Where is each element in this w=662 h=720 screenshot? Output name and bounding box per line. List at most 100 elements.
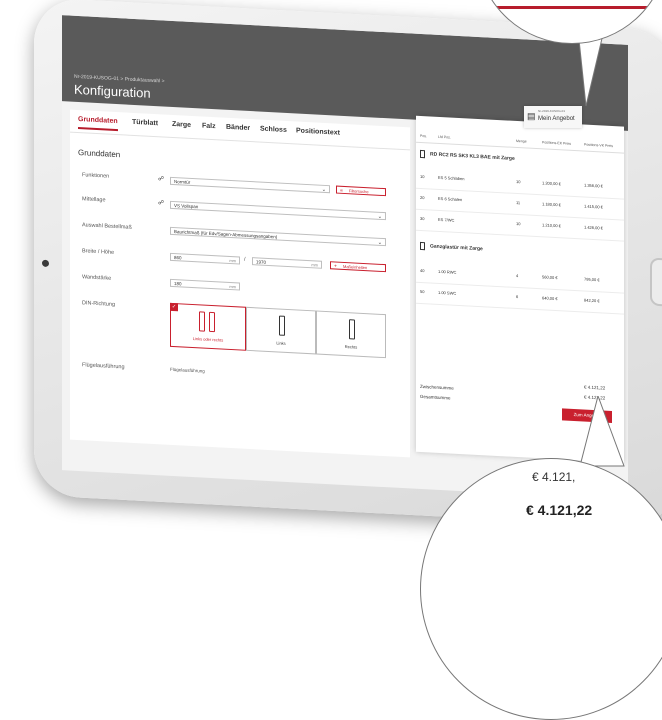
chevron-down-icon: ⌄ [377, 239, 382, 246]
row-qty: 4 [516, 272, 519, 279]
row-ek: 1.180,00 € [542, 201, 561, 208]
mittellage-value: VS Vollspan [174, 203, 199, 210]
row-name: 1.00 RWC [438, 268, 457, 275]
chevron-down-icon: ⌄ [377, 213, 382, 220]
row-pos: 40 [420, 267, 425, 274]
subtotal-value: € 4.121,22 [584, 384, 606, 391]
col-ek: Positions-EK Preis [542, 140, 571, 146]
funktionen-value: Normtür [174, 179, 191, 185]
col-pos: Pos. [420, 133, 428, 139]
fluegel-label: Flügelausführung [82, 362, 125, 371]
tab-tuerblatt[interactable]: Türblatt [132, 119, 158, 127]
door-icon [349, 319, 355, 340]
row-vk: 795,00 € [584, 276, 600, 283]
row-ek: 1.210,00 € [542, 222, 561, 229]
row-name: ES 6 Schalen [438, 195, 463, 203]
row-pos: 50 [420, 288, 425, 295]
din-option-label: Links [276, 340, 286, 346]
mittellage-label: Mittellage [82, 196, 106, 204]
row-ek: 560,00 € [542, 274, 558, 281]
breite-input[interactable]: 860 mm [170, 252, 240, 265]
tab-baender[interactable]: Bänder [226, 124, 250, 132]
group-title: RD RC2 RS SK3 KL3 BAE mit Zarge [430, 151, 515, 162]
row-ek: 640,00 € [542, 295, 558, 302]
filter-icon: ≡ [340, 187, 343, 194]
home-button[interactable] [650, 257, 662, 307]
filtersuche-label: Filtersuche [349, 188, 369, 195]
offer-table-header: Pos. Lfd Pos. Menge Positions-EK Preis P… [416, 129, 624, 154]
row-ek: 1.200,00 € [542, 180, 561, 187]
row-vk: 1.356,00 € [584, 182, 603, 189]
hoehe-unit: mm [311, 262, 318, 268]
col-menge: Menge [516, 138, 527, 144]
document-icon: ▤ [527, 111, 536, 121]
funktionen-select[interactable]: Normtür ⌄ [170, 176, 330, 194]
wandstaerke-label: Wandstärke [82, 274, 112, 282]
glass-door-icon [420, 241, 425, 251]
breite-unit: mm [229, 257, 236, 264]
configuration-panel: Grunddaten Türblatt Zarge Falz Bänder Sc… [70, 109, 410, 458]
group-title: Ganzglastür mit Zarge [430, 243, 483, 253]
tab-grunddaten[interactable]: Grunddaten [78, 116, 118, 125]
wandstaerke-value: 180 [174, 281, 182, 287]
tab-zarge[interactable]: Zarge [172, 121, 191, 129]
bestellmass-value: Baurichtmaß (für Edv/Sagen-Abmessungsang… [174, 229, 278, 240]
section-title: Grunddaten [78, 148, 121, 160]
bestellmass-select[interactable]: Baurichtmaß (für Edv/Sagen-Abmessungsang… [170, 226, 386, 247]
door-icon [420, 149, 425, 159]
row-vk: 1.415,00 € [584, 203, 603, 210]
din-option-both[interactable]: ✓ Links oder rechts [170, 302, 246, 351]
hoehe-input[interactable]: 1970 mm [252, 257, 322, 269]
masseinheiten-label: Maßeinheiten [343, 263, 368, 271]
funktionen-label: Funktionen [82, 172, 110, 180]
chevron-down-icon: ⌄ [321, 186, 326, 194]
breite-hoehe-label: Breite / Höhe [82, 248, 115, 256]
wandstaerke-unit: mm [229, 283, 236, 290]
wandstaerke-input[interactable]: 180 mm [170, 278, 240, 291]
plus-icon: + [334, 263, 337, 270]
col-lfd-pos: Lfd Pos. [438, 134, 451, 140]
row-vk: 842,20 € [584, 297, 600, 304]
link-icon: ☍ [158, 200, 165, 207]
masseinheiten-button[interactable]: + Maßeinheiten [330, 261, 386, 273]
page-title: Konfiguration [74, 81, 151, 101]
hoehe-value: 1970 [256, 259, 267, 265]
size-separator: / [244, 256, 246, 263]
din-option-links[interactable]: Links [246, 306, 316, 355]
row-pos: 30 [420, 215, 425, 222]
door-icon [199, 311, 205, 332]
row-qty: 11 [516, 199, 521, 206]
row-pos: 20 [420, 194, 425, 201]
bestellmass-label: Auswahl Bestellmaß [82, 222, 132, 231]
magnified-subtotal: € 4.121, [532, 470, 576, 484]
camera-icon [42, 259, 49, 268]
row-pos: 10 [420, 173, 425, 180]
magnified-total: € 4.121,22 [526, 502, 593, 518]
col-vk: Positions-VK Preis [584, 142, 613, 149]
fluegel-value[interactable]: Flügelausführung [170, 367, 205, 374]
row-name: ES 7/WC [438, 216, 455, 223]
check-icon: ✓ [170, 302, 178, 312]
magnifier-bottom [420, 458, 662, 720]
subtotal-label: Zwischensumme [420, 383, 454, 391]
total-label: Gesamtsumme [420, 393, 451, 401]
row-qty: 6 [516, 293, 519, 300]
filtersuche-button[interactable]: ≡ Filtersuche [336, 185, 386, 197]
row-qty: 10 [516, 178, 521, 185]
door-icon [279, 315, 285, 336]
row-name: ES 5 Schlaben [438, 174, 465, 182]
din-label: DIN-Richtung [82, 300, 116, 308]
din-option-rechts[interactable]: Rechts [316, 310, 386, 359]
tab-schloss[interactable]: Schloss [260, 126, 287, 134]
tab-positionstext[interactable]: Positionstext [296, 127, 340, 136]
din-option-label: Rechts [344, 343, 358, 350]
mittellage-select[interactable]: VS Vollspan ⌄ [170, 200, 386, 221]
link-icon: ☍ [158, 176, 165, 183]
row-name: 1.00 SWC [438, 289, 457, 296]
row-vk: 1.426,00 € [584, 224, 603, 231]
magnifier-top-accent [477, 6, 662, 9]
breite-value: 860 [174, 255, 182, 261]
tab-falz[interactable]: Falz [202, 123, 216, 131]
door-icon [209, 311, 215, 333]
row-qty: 10 [516, 220, 521, 227]
